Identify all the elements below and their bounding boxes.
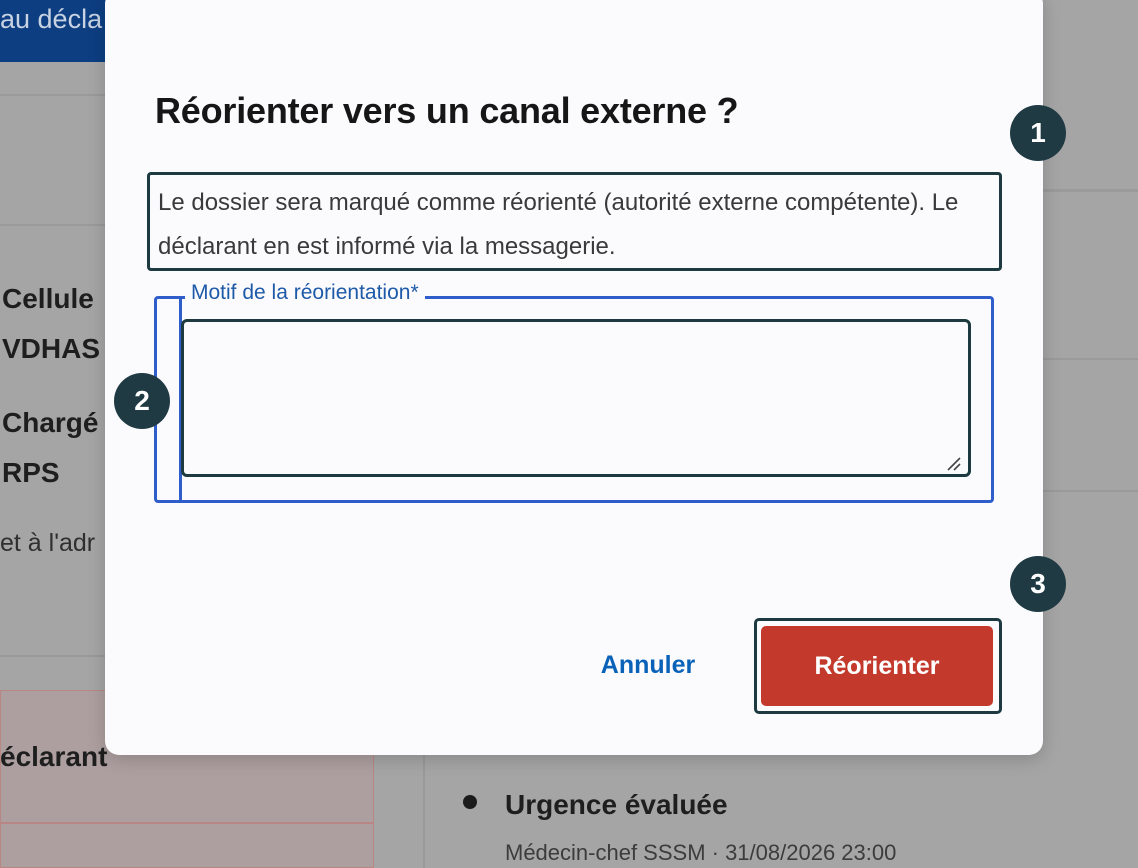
declarant-panel-title: éclarant <box>0 741 108 772</box>
step-badge-2: 2 <box>114 373 170 429</box>
divider <box>1043 358 1138 360</box>
step-badge-3: 3 <box>1010 556 1066 612</box>
cancel-button[interactable]: Annuler <box>585 640 711 690</box>
bg-label-charge: Chargé <box>2 407 99 438</box>
divider <box>0 655 105 657</box>
divider <box>0 94 105 96</box>
bg-label-rps: RPS <box>2 457 60 488</box>
reorient-button[interactable]: Réorienter <box>761 626 993 706</box>
resize-handle-icon[interactable] <box>945 455 961 471</box>
timeline-event-title: Urgence évaluée <box>505 789 728 820</box>
motif-label: Motif de la réorientation* <box>185 281 425 305</box>
motif-textarea[interactable] <box>181 319 971 477</box>
timeline-line <box>423 755 425 868</box>
dialog-description: Le dossier sera marqué comme réorienté (… <box>147 172 1002 271</box>
divider <box>0 822 374 824</box>
reorient-dialog: Réorienter vers un canal externe ? Le do… <box>105 0 1043 755</box>
divider <box>0 224 105 226</box>
timeline-dot <box>463 795 477 809</box>
bg-label-cellule: Cellule <box>2 283 94 314</box>
back-to-declarant-label: au décla <box>0 4 103 34</box>
timeline-event-meta: Médecin-chef SSSM · 31/08/2026 23:00 <box>505 840 897 865</box>
bg-label-vdhas: VDHAS <box>2 333 101 364</box>
motif-fieldset: Motif de la réorientation* <box>154 281 994 503</box>
bg-muted-text: et à l'adr <box>0 529 96 557</box>
dialog-title: Réorienter vers un canal externe ? <box>155 90 739 131</box>
divider <box>1043 490 1138 492</box>
step-badge-1: 1 <box>1010 105 1066 161</box>
